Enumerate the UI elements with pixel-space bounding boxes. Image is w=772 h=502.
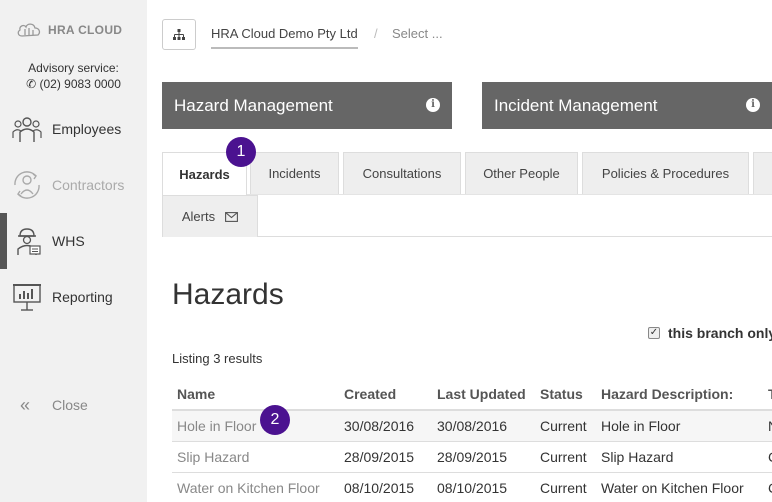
column-header-truncated: T [763,378,772,411]
module-title: Hazard Management [174,95,333,115]
page-title: Hazards [172,278,284,311]
hazard-management-header[interactable]: Hazard Management i [162,82,452,129]
hazard-name-link[interactable]: Slip Hazard [172,441,339,473]
tab-overflow[interactable] [753,152,772,194]
advisory-phone-number: (02) 9083 0000 [39,77,121,91]
sidebar: HRA CLOUD Advisory service: ✆ (02) 9083 … [0,0,147,502]
table-row[interactable]: Slip Hazard 28/09/2015 28/09/2015 Curren… [172,441,772,473]
cell-description: Slip Hazard [596,441,763,473]
tab-label: Alerts [181,209,216,224]
reporting-board-icon [13,284,41,311]
sidebar-item-contractors[interactable]: Contractors [0,157,147,213]
module-title: Incident Management [494,95,658,115]
branch-only-toggle[interactable]: ✓ this branch only [648,325,772,341]
tab-label: Other People [483,166,560,181]
incident-management-header[interactable]: Incident Management i [482,82,772,129]
column-header-last-updated[interactable]: Last Updated [432,378,535,411]
column-header-status[interactable]: Status [535,378,596,411]
sidebar-close-button[interactable]: « Close [0,392,147,418]
info-icon[interactable]: i [426,98,440,112]
cell-status: Current [535,410,596,442]
tab-label: Incidents [268,166,321,181]
advisory-phone: ✆ (02) 9083 0000 [0,77,147,91]
table-header-row: Name Created Last Updated Status Hazard … [172,378,772,411]
cloud-logo-icon [17,23,41,37]
hazards-table: Name Created Last Updated Status Hazard … [172,378,772,502]
hazard-name-link[interactable]: Hole in Floor [172,410,339,442]
cell-created: 30/08/2016 [339,410,432,442]
cell-truncated: C [763,472,772,502]
tab-label: Hazards [179,166,230,182]
hra-cloud-logo[interactable]: HRA CLOUD [16,19,122,41]
cell-updated: 28/09/2015 [432,441,535,473]
branch-select[interactable]: Select ... [392,26,443,41]
sidebar-item-employees[interactable]: Employees [0,101,147,157]
cell-created: 28/09/2015 [339,441,432,473]
tab-label: Consultations [362,166,442,181]
cell-created: 08/10/2015 [339,472,432,502]
cell-updated: 30/08/2016 [432,410,535,442]
cell-status: Current [535,441,596,473]
double-chevron-left-icon: « [20,394,31,415]
cell-description: Hole in Floor [596,410,763,442]
tab-label: Policies & Procedures [601,166,730,181]
phone-icon: ✆ [26,77,37,91]
logo-text: HRA CLOUD [48,23,123,37]
cell-truncated: C [763,441,772,473]
info-icon[interactable]: i [746,98,760,112]
step-badge: 2 [260,405,290,435]
tab-consultations[interactable]: Consultations [343,152,461,194]
sidebar-item-label: Employees [52,121,122,137]
tab-policies-procedures[interactable]: Policies & Procedures [582,152,749,194]
tab-alerts[interactable]: Alerts [162,195,258,237]
sidebar-item-label: Reporting [52,289,113,305]
sidebar-item-label: WHS [52,233,85,249]
step-badge: 1 [226,137,256,167]
sidebar-item-reporting[interactable]: Reporting [0,269,147,325]
cell-status: Current [535,472,596,502]
org-chart-button[interactable] [162,19,196,50]
cell-updated: 08/10/2015 [432,472,535,502]
org-chart-icon [173,29,185,40]
employees-icon [12,117,42,142]
listing-count: Listing 3 results [172,351,263,366]
column-header-name[interactable]: Name [172,378,339,411]
cell-truncated: N [763,410,772,442]
contractors-icon [14,171,40,199]
close-label: Close [52,397,88,413]
breadcrumb-company[interactable]: HRA Cloud Demo Pty Ltd [211,26,358,49]
tab-incidents[interactable]: Incidents [250,152,339,194]
envelope-icon [225,211,239,222]
breadcrumb-separator: / [374,26,378,41]
branch-only-label: this branch only [668,325,772,341]
sidebar-item-label: Contractors [52,177,125,193]
hazard-name-link[interactable]: Water on Kitchen Floor [172,472,339,502]
sidebar-item-whs[interactable]: WHS [0,213,147,269]
table-row[interactable]: Water on Kitchen Floor 08/10/2015 08/10/… [172,472,772,502]
advisory-label: Advisory service: [28,61,119,75]
column-header-hazard-description[interactable]: Hazard Description: [596,378,763,411]
column-header-created[interactable]: Created [339,378,432,411]
worker-safety-icon [17,228,41,255]
branch-only-checkbox[interactable]: ✓ [648,327,660,339]
tab-other-people[interactable]: Other People [465,152,578,194]
cell-description: Water on Kitchen Floor [596,472,763,502]
